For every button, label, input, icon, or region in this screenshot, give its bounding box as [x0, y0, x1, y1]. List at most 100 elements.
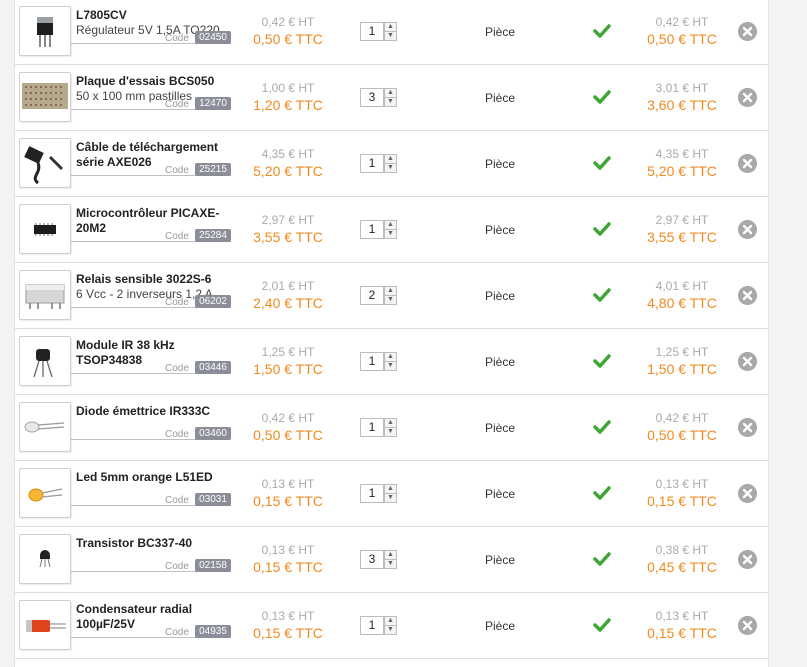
remove-item-icon[interactable]: [738, 418, 757, 437]
decrement-button[interactable]: ▼: [384, 163, 397, 173]
cart-row: Transistor BC337-40 Code 02158 0,13 € HT…: [15, 526, 768, 593]
cart-row: L7805CV Régulateur 5V 1,5A TO220 Code 02…: [15, 0, 768, 65]
quantity-input[interactable]: 1: [360, 220, 384, 239]
remove-item-icon[interactable]: [738, 220, 757, 239]
quantity-stepper[interactable]: 1 ▲ ▼: [360, 154, 398, 173]
quantity-input[interactable]: 2: [360, 286, 384, 305]
product-code: 02158: [195, 559, 231, 572]
quantity-stepper[interactable]: 1 ▲ ▼: [360, 22, 398, 41]
unit-label: Pièce: [484, 289, 516, 303]
remove-item-icon[interactable]: [738, 550, 757, 569]
quantity-input[interactable]: 1: [360, 484, 384, 503]
decrement-button[interactable]: ▼: [384, 295, 397, 305]
quantity-stepper[interactable]: 1 ▲ ▼: [360, 616, 398, 635]
product-thumbnail[interactable]: [19, 204, 71, 254]
quantity-input[interactable]: 3: [360, 550, 384, 569]
cart-row: Module IR 38 kHz TSOP34838 Code 03446 1,…: [15, 328, 768, 395]
checkmark-icon: [593, 552, 611, 566]
product-thumbnail[interactable]: [19, 270, 71, 320]
ir-module-icon: [33, 349, 53, 378]
decrement-button[interactable]: ▼: [384, 625, 397, 635]
remove-item-icon[interactable]: [738, 154, 757, 173]
unit-label: Pièce: [484, 421, 516, 435]
decrement-button[interactable]: ▼: [384, 97, 397, 107]
breadboard-icon: [22, 83, 68, 109]
quantity-stepper[interactable]: 1 ▲ ▼: [360, 484, 398, 503]
serial-cable-icon: [24, 146, 64, 185]
product-name[interactable]: Led 5mm orange L51ED: [76, 470, 236, 485]
quantity-stepper[interactable]: 3 ▲ ▼: [360, 550, 398, 569]
unit-label: Pièce: [484, 223, 516, 237]
product-name[interactable]: Diode émettrice IR333C: [76, 404, 236, 419]
decrement-button[interactable]: ▼: [384, 427, 397, 437]
unit-price-ttc: 1,50 € TTC: [253, 361, 323, 377]
product-thumbnail[interactable]: [19, 402, 71, 452]
product-thumbnail[interactable]: [19, 138, 71, 188]
total-price-ht: 0,13 € HT: [655, 477, 709, 491]
quantity-stepper[interactable]: 3 ▲ ▼: [360, 88, 398, 107]
product-code: 03031: [195, 493, 231, 506]
quantity-stepper[interactable]: 1 ▲ ▼: [360, 352, 398, 371]
remove-item-icon[interactable]: [738, 484, 757, 503]
remove-item-icon[interactable]: [738, 22, 757, 41]
capacitor-icon: [26, 620, 66, 632]
quantity-input[interactable]: 1: [360, 352, 384, 371]
product-code: 04935: [195, 625, 231, 638]
product-thumbnail[interactable]: [19, 534, 71, 584]
product-name[interactable]: Plaque d'essais BCS050: [76, 74, 236, 89]
unit-price-ht: 2,97 € HT: [261, 213, 315, 227]
total-price-ht: 4,35 € HT: [655, 147, 709, 161]
checkmark-icon: [593, 486, 611, 500]
quantity-stepper[interactable]: 2 ▲ ▼: [360, 286, 398, 305]
transistor-icon: [39, 550, 51, 568]
code-label: Code: [165, 429, 189, 440]
unit-price-ht: 0,42 € HT: [261, 15, 315, 29]
product-thumbnail[interactable]: [19, 468, 71, 518]
unit-label: Pièce: [484, 619, 516, 633]
total-price-ttc: 0,50 € TTC: [647, 427, 717, 443]
unit-price-ttc: 5,20 € TTC: [253, 163, 323, 179]
product-thumbnail[interactable]: [19, 72, 71, 122]
remove-item-icon[interactable]: [738, 352, 757, 371]
cart-row: Plaque d'essais BCS050 50 x 100 mm pasti…: [15, 64, 768, 131]
code-label: Code: [165, 561, 189, 572]
ir-diode-icon: [24, 421, 65, 433]
product-thumbnail[interactable]: [19, 336, 71, 386]
product-thumbnail[interactable]: [19, 6, 71, 56]
decrement-button[interactable]: ▼: [384, 31, 397, 41]
quantity-input[interactable]: 3: [360, 88, 384, 107]
unit-price-ht: 1,25 € HT: [261, 345, 315, 359]
code-label: Code: [165, 165, 189, 176]
decrement-button[interactable]: ▼: [384, 493, 397, 503]
total-price-ttc: 0,15 € TTC: [647, 493, 717, 509]
quantity-stepper[interactable]: 1 ▲ ▼: [360, 220, 398, 239]
quantity-input[interactable]: 1: [360, 154, 384, 173]
cart-row: Condensateur radial 100µF/25V Code 04935…: [15, 592, 768, 659]
remove-item-icon[interactable]: [738, 88, 757, 107]
code-label: Code: [165, 99, 189, 110]
total-price-ht: 2,97 € HT: [655, 213, 709, 227]
checkmark-icon: [593, 24, 611, 38]
decrement-button[interactable]: ▼: [384, 229, 397, 239]
quantity-stepper[interactable]: 1 ▲ ▼: [360, 418, 398, 437]
product-thumbnail[interactable]: [19, 600, 71, 650]
remove-item-icon[interactable]: [738, 286, 757, 305]
quantity-input[interactable]: 1: [360, 22, 384, 41]
decrement-button[interactable]: ▼: [384, 361, 397, 371]
product-name[interactable]: Relais sensible 3022S-6: [76, 272, 236, 287]
decrement-button[interactable]: ▼: [384, 559, 397, 569]
cart-panel: L7805CV Régulateur 5V 1,5A TO220 Code 02…: [14, 0, 769, 667]
unit-price-ht: 1,00 € HT: [261, 81, 315, 95]
quantity-input[interactable]: 1: [360, 418, 384, 437]
unit-label: Pièce: [484, 355, 516, 369]
product-name[interactable]: L7805CV: [76, 8, 236, 23]
led-icon: [28, 488, 63, 502]
total-price-ht: 1,25 € HT: [655, 345, 709, 359]
quantity-input[interactable]: 1: [360, 616, 384, 635]
unit-label: Pièce: [484, 91, 516, 105]
checkmark-icon: [593, 90, 611, 104]
total-price-ht: 0,42 € HT: [655, 411, 709, 425]
product-code: 12470: [195, 97, 231, 110]
remove-item-icon[interactable]: [738, 616, 757, 635]
product-name[interactable]: Transistor BC337-40: [76, 536, 236, 551]
